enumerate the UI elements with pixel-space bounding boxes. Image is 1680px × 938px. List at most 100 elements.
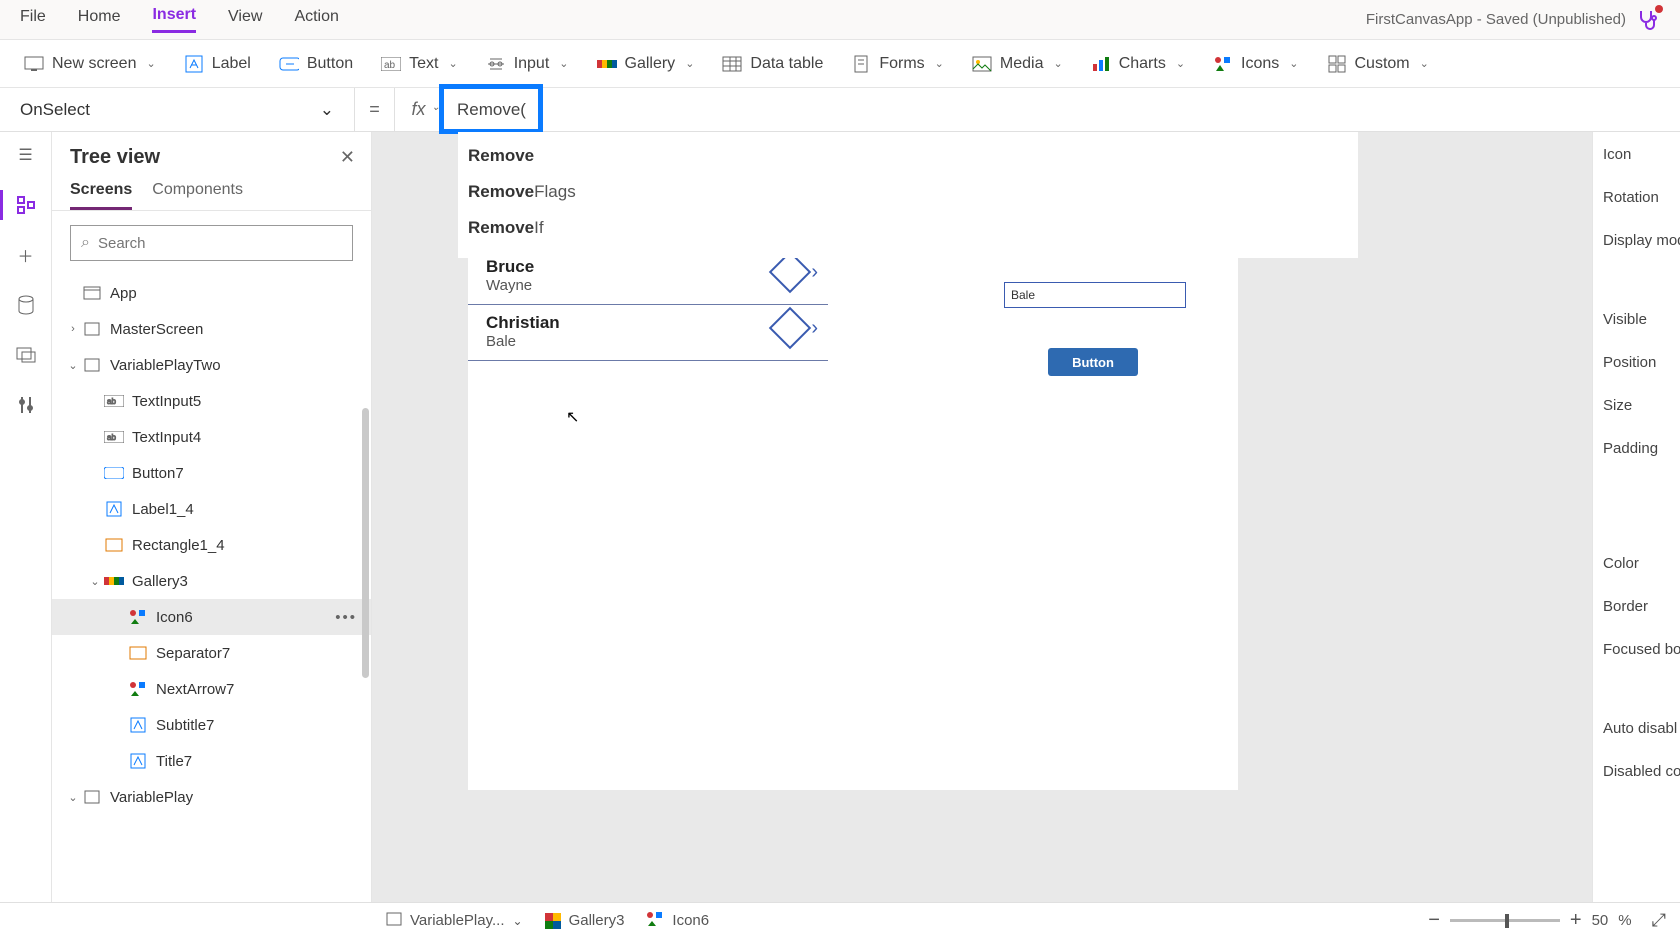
tree-search[interactable]: ⌕: [70, 225, 353, 261]
app-checker-icon[interactable]: [1636, 8, 1660, 32]
row-subtitle: Wayne: [486, 277, 810, 294]
tree-node-masterscreen[interactable]: ›MasterScreen: [52, 311, 371, 347]
screen-node-icon: [82, 787, 102, 807]
tab-screens[interactable]: Screens: [70, 181, 132, 210]
tree-node-variableplaytwo[interactable]: ⌄VariablePlayTwo: [52, 347, 371, 383]
tree-node-rectangle1-4[interactable]: Rectangle1_4: [52, 527, 371, 563]
tree-node-gallery3[interactable]: ⌄Gallery3: [52, 563, 371, 599]
property-selector[interactable]: OnSelect⌄: [0, 88, 355, 131]
fit-screen-icon[interactable]: ⤢: [1652, 910, 1666, 931]
menu-file[interactable]: File: [20, 8, 46, 32]
prop-padding[interactable]: Padding: [1603, 440, 1680, 457]
data-rail-icon[interactable]: [15, 294, 37, 316]
text-button[interactable]: ab Text⌄: [381, 54, 458, 74]
prop-size[interactable]: Size: [1603, 397, 1680, 414]
left-rail: ☰ ＋: [0, 132, 52, 902]
menu-insert[interactable]: Insert: [152, 6, 196, 33]
custom-icon: [1327, 54, 1347, 74]
fx-button[interactable]: fx⌄: [395, 88, 443, 131]
media-rail-icon[interactable]: [15, 344, 37, 366]
data-table-button[interactable]: Data table: [722, 54, 823, 74]
prop-rotation[interactable]: Rotation: [1603, 189, 1680, 206]
tree-scrollbar[interactable]: [362, 408, 369, 678]
status-bar: VariablePlay...⌄ Gallery3 Icon6 − + 50 %…: [0, 902, 1680, 938]
icon-node-icon: [128, 679, 148, 699]
formula-input[interactable]: [443, 88, 1680, 131]
forms-button[interactable]: Forms⌄: [851, 54, 944, 74]
text-input-2[interactable]: [1004, 282, 1186, 308]
next-arrow-icon[interactable]: ›: [811, 261, 818, 284]
row-title: Christian: [486, 313, 810, 333]
rectangle-icon: [128, 643, 148, 663]
prop-color[interactable]: Color: [1603, 555, 1680, 572]
prop-disabled-color[interactable]: Disabled col: [1603, 763, 1680, 780]
new-screen-button[interactable]: New screen⌄: [24, 54, 156, 74]
menu-home[interactable]: Home: [78, 8, 121, 32]
gallery-node-icon: [104, 571, 124, 591]
input-icon: [486, 54, 506, 74]
tree-view-icon[interactable]: [15, 194, 37, 216]
button-button[interactable]: Button: [279, 54, 353, 74]
tree-node-button7[interactable]: Button7: [52, 455, 371, 491]
tree-node-textinput4[interactable]: abTextInput4: [52, 419, 371, 455]
tree-node-variableplay[interactable]: ⌄VariablePlay: [52, 779, 371, 815]
edit-icon[interactable]: [769, 307, 811, 349]
hamburger-icon[interactable]: ☰: [15, 144, 37, 166]
tree-node-app[interactable]: App: [52, 275, 371, 311]
button-icon: [279, 54, 299, 74]
tree-search-input[interactable]: [98, 235, 342, 252]
prop-visible[interactable]: Visible: [1603, 311, 1680, 328]
input-button[interactable]: Input⌄: [486, 54, 569, 74]
close-panel-icon[interactable]: ✕: [340, 147, 355, 168]
advanced-rail-icon[interactable]: [15, 394, 37, 416]
screen-node-icon: [82, 319, 102, 339]
prop-auto-disable[interactable]: Auto disabl: [1603, 720, 1680, 737]
tree-node-label1-4[interactable]: Label1_4: [52, 491, 371, 527]
prop-icon[interactable]: Icon: [1603, 146, 1680, 163]
label-button[interactable]: Label: [184, 54, 251, 74]
screen-icon: [24, 54, 44, 74]
tree-node-nextarrow7[interactable]: NextArrow7: [52, 671, 371, 707]
gallery-row[interactable]: Christian Bale ›: [468, 305, 828, 361]
charts-button[interactable]: Charts⌄: [1091, 54, 1185, 74]
tree-node-title7[interactable]: Title7: [52, 743, 371, 779]
tree-node-subtitle7[interactable]: Subtitle7: [52, 707, 371, 743]
app-title: FirstCanvasApp - Saved (Unpublished): [1366, 11, 1626, 28]
autocomplete-item[interactable]: RemoveFlags: [458, 174, 1358, 210]
properties-panel: Icon Rotation Display mod Visible Positi…: [1592, 132, 1680, 902]
tab-components[interactable]: Components: [152, 181, 243, 210]
breadcrumb-screen[interactable]: VariablePlay...⌄: [386, 912, 523, 930]
node-more-icon[interactable]: •••: [335, 609, 357, 626]
tree-node-separator7[interactable]: Separator7: [52, 635, 371, 671]
tree-node-icon6[interactable]: Icon6•••: [52, 599, 371, 635]
formula-bar: OnSelect⌄ = fx⌄: [0, 88, 1680, 132]
text-icon: ab: [381, 54, 401, 74]
media-button[interactable]: Media⌄: [972, 54, 1063, 74]
next-arrow-icon[interactable]: ›: [811, 317, 818, 340]
breadcrumb-gallery[interactable]: Gallery3: [545, 912, 625, 929]
canvas-button[interactable]: Button: [1048, 348, 1138, 376]
zoom-slider[interactable]: [1450, 919, 1560, 922]
gallery-icon: [597, 54, 617, 74]
gallery-button[interactable]: Gallery⌄: [597, 54, 695, 74]
zoom-in-button[interactable]: +: [1570, 909, 1582, 932]
prop-display-mode[interactable]: Display mod: [1603, 232, 1680, 249]
app-icon: [82, 283, 102, 303]
menu-action[interactable]: Action: [294, 8, 338, 32]
autocomplete-item[interactable]: RemoveIf: [458, 210, 1358, 246]
tree-view-title: Tree view: [70, 146, 160, 169]
custom-button[interactable]: Custom⌄: [1327, 54, 1429, 74]
svg-text:ab: ab: [107, 397, 116, 406]
breadcrumb-icon[interactable]: Icon6: [646, 911, 709, 931]
insert-rail-icon[interactable]: ＋: [15, 244, 37, 266]
ribbon: New screen⌄ Label Button ab Text⌄ Input⌄…: [0, 40, 1680, 88]
prop-border[interactable]: Border: [1603, 598, 1680, 615]
zoom-out-button[interactable]: −: [1428, 909, 1440, 932]
icons-button[interactable]: Icons⌄: [1213, 54, 1298, 74]
tree-node-textinput5[interactable]: abTextInput5: [52, 383, 371, 419]
label-icon: [184, 54, 204, 74]
autocomplete-item[interactable]: Remove: [458, 138, 1358, 174]
menu-view[interactable]: View: [228, 8, 262, 32]
prop-focused-border[interactable]: Focused bor: [1603, 641, 1680, 658]
prop-position[interactable]: Position: [1603, 354, 1680, 371]
